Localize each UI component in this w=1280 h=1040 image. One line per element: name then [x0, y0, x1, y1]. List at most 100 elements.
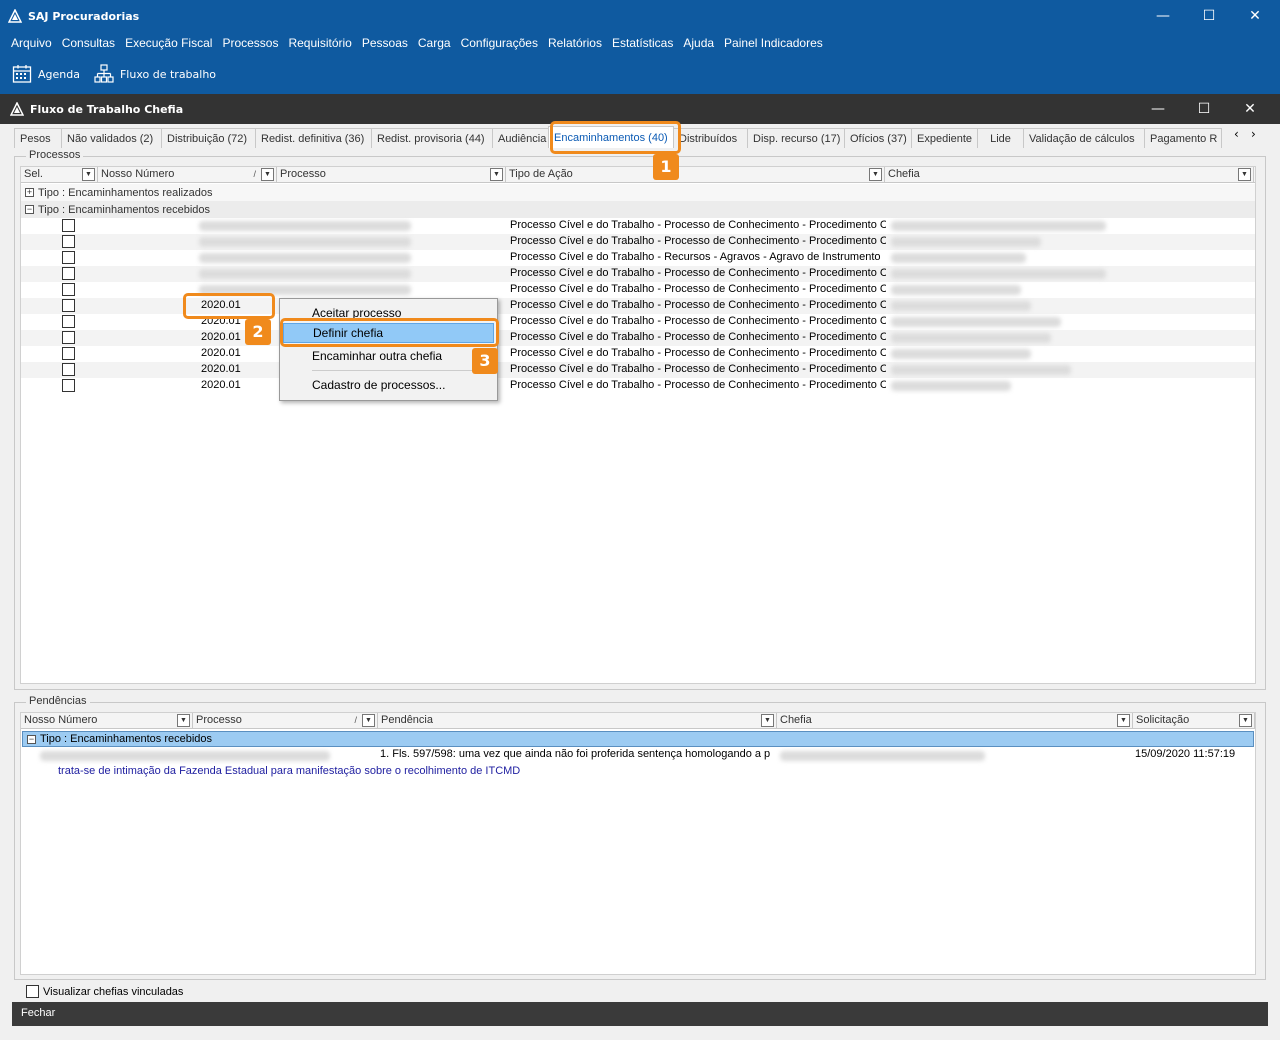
row-checkbox[interactable]: [62, 347, 75, 360]
col-nosso-numero[interactable]: Nosso Número ▼: [21, 713, 193, 729]
row-checkbox[interactable]: [62, 379, 75, 392]
col-tipo-acao[interactable]: Tipo de Ação ▼: [506, 167, 885, 183]
col-processo[interactable]: Processo ▼: [277, 167, 506, 183]
fluxo-trabalho-button[interactable]: Fluxo de trabalho: [94, 64, 216, 84]
col-processo[interactable]: Processo / ▼: [193, 713, 378, 729]
menu-encaminhar-outra-chefia[interactable]: Encaminhar outra chefia: [283, 346, 494, 366]
table-row[interactable]: 2020.01 Processo Cível e do Trabalho - Pr…: [21, 378, 1255, 394]
filter-dropdown-icon[interactable]: ▼: [1117, 714, 1130, 727]
tab-distribuicao[interactable]: Distribuição (72): [161, 128, 256, 148]
checkbox[interactable]: [26, 985, 39, 998]
filter-dropdown-icon[interactable]: ▼: [490, 168, 503, 181]
table-row[interactable]: Processo Cível e do Trabalho - Processo …: [21, 234, 1255, 250]
filter-dropdown-icon[interactable]: ▼: [761, 714, 774, 727]
pendencias-group-recebidos[interactable]: − Tipo : Encaminhamentos recebidos: [22, 731, 1254, 747]
tab-validacao-calculos[interactable]: Validação de cálculos: [1023, 128, 1145, 148]
inner-close-icon[interactable]: ✕: [1227, 94, 1273, 124]
processos-grid-header: Sel. ▼ Nosso Número / ▼ Processo ▼ Tipo de A…: [21, 167, 1255, 183]
callout-number-2: 2: [245, 319, 271, 345]
menu-configuracoes[interactable]: Configurações: [456, 36, 543, 50]
tab-redist-provisoria[interactable]: Redist. provisoria (44): [371, 128, 493, 148]
inner-maximize-icon[interactable]: ☐: [1181, 94, 1227, 124]
collapse-icon[interactable]: −: [25, 205, 34, 214]
tab-scroll-right-icon[interactable]: ›: [1251, 127, 1256, 141]
inner-minimize-icon[interactable]: —: [1135, 94, 1181, 124]
expand-icon[interactable]: +: [25, 188, 34, 197]
col-sel[interactable]: Sel. ▼: [21, 167, 98, 183]
col-nosso-numero[interactable]: Nosso Número / ▼: [98, 167, 277, 183]
table-row[interactable]: 2020.01 Processo Cível e do Trabalho - Pr…: [21, 362, 1255, 378]
menu-arquivo[interactable]: Arquivo: [6, 36, 57, 50]
menu-cadastro-processos[interactable]: Cadastro de processos...: [283, 375, 494, 395]
menu-carga[interactable]: Carga: [413, 36, 456, 50]
tab-audiencia[interactable]: Audiência: [492, 128, 549, 148]
agenda-button[interactable]: Agenda: [12, 64, 80, 84]
tipo-acao-cell: Processo Cível e do Trabalho - Processo …: [510, 299, 886, 311]
filter-dropdown-icon[interactable]: ▼: [177, 714, 190, 727]
collapse-icon[interactable]: −: [27, 734, 36, 744]
filter-dropdown-icon[interactable]: ▼: [261, 168, 274, 181]
maximize-icon[interactable]: ☐: [1186, 0, 1232, 32]
tab-scroll-left-icon[interactable]: ‹: [1234, 127, 1239, 141]
pendencia-cell: 1. Fls. 597/598: uma vez que ainda não f…: [380, 748, 771, 760]
visualizar-chefias-checkbox[interactable]: Visualizar chefias vinculadas: [26, 985, 183, 998]
redacted-text: [891, 349, 1031, 359]
tipo-acao-cell: Processo Cível e do Trabalho - Processo …: [510, 283, 886, 295]
col-chefia[interactable]: Chefia ▼: [885, 167, 1254, 183]
menu-pessoas[interactable]: Pessoas: [357, 36, 413, 50]
tab-oficios[interactable]: Ofícios (37): [844, 128, 912, 148]
table-row[interactable]: Processo Cível e do Trabalho - Processo …: [21, 266, 1255, 282]
fechar-button[interactable]: Fechar: [21, 1007, 55, 1019]
col-chefia[interactable]: Chefia ▼: [777, 713, 1133, 729]
filter-dropdown-icon[interactable]: ▼: [362, 714, 375, 727]
filter-dropdown-icon[interactable]: ▼: [1239, 714, 1252, 727]
group-row-recebidos[interactable]: − Tipo : Encaminhamentos recebidos: [21, 201, 1255, 218]
table-row[interactable]: 2020.01 Processo Cível e do Trabalho - Pr…: [21, 346, 1255, 362]
row-checkbox[interactable]: [62, 267, 75, 280]
tab-expediente[interactable]: Expediente: [911, 128, 978, 148]
row-checkbox[interactable]: [62, 315, 75, 328]
group-row-realizados[interactable]: + Tipo : Encaminhamentos realizados: [21, 184, 1255, 201]
menu-execucao-fiscal[interactable]: Execução Fiscal: [120, 36, 217, 50]
menu-relatorios[interactable]: Relatórios: [543, 36, 607, 50]
row-checkbox[interactable]: [62, 283, 75, 296]
menu-consultas[interactable]: Consultas: [57, 36, 120, 50]
menu-processos[interactable]: Processos: [217, 36, 283, 50]
minimize-icon[interactable]: —: [1140, 0, 1186, 32]
menu-requisitorio[interactable]: Requisitório: [283, 36, 356, 50]
tab-disp-recurso[interactable]: Disp. recurso (17): [747, 128, 845, 148]
inner-window-titlebar: Fluxo de Trabalho Chefia: [0, 94, 1280, 124]
row-checkbox[interactable]: [62, 251, 75, 264]
menu-painel-indicadores[interactable]: Painel Indicadores: [719, 36, 828, 50]
col-pendencia[interactable]: Pendência ▼: [378, 713, 777, 729]
filter-dropdown-icon[interactable]: ▼: [869, 168, 882, 181]
menu-ajuda[interactable]: Ajuda: [678, 36, 719, 50]
tab-nao-validados[interactable]: Não validados (2): [61, 128, 162, 148]
row-checkbox[interactable]: [62, 235, 75, 248]
tab-redist-definitiva[interactable]: Redist. definitiva (36): [255, 128, 372, 148]
tab-lide[interactable]: Lide: [977, 128, 1024, 148]
menu-estatisticas[interactable]: Estatísticas: [607, 36, 678, 50]
redacted-text: [891, 253, 1026, 263]
tipo-acao-cell: Processo Cível e do Trabalho - Processo …: [510, 347, 886, 359]
col-solicitacao[interactable]: Solicitação ▼: [1133, 713, 1255, 729]
close-icon[interactable]: ✕: [1232, 0, 1278, 32]
redacted-text: [199, 237, 411, 247]
sort-icon: /: [253, 169, 256, 179]
row-checkbox[interactable]: [62, 219, 75, 232]
sort-icon: /: [354, 715, 357, 725]
filter-dropdown-icon[interactable]: ▼: [82, 168, 95, 181]
tab-pesos[interactable]: Pesos: [14, 128, 62, 148]
row-checkbox[interactable]: [62, 299, 75, 312]
table-row[interactable]: 2020.01 Processo Cível e do Trabalho - Pr…: [21, 330, 1255, 346]
row-checkbox[interactable]: [62, 331, 75, 344]
table-row[interactable]: Processo Cível e do Trabalho - Recursos …: [21, 250, 1255, 266]
tab-distribuidos[interactable]: Distribuídos: [673, 128, 748, 148]
row-checkbox[interactable]: [62, 363, 75, 376]
filter-dropdown-icon[interactable]: ▼: [1238, 168, 1251, 181]
table-row[interactable]: Processo Cível e do Trabalho - Processo …: [21, 218, 1255, 234]
redacted-text: [891, 285, 1021, 295]
menu-separator: [312, 370, 492, 371]
tab-pagamento[interactable]: Pagamento R: [1144, 128, 1222, 148]
redacted-text: [891, 317, 1061, 327]
